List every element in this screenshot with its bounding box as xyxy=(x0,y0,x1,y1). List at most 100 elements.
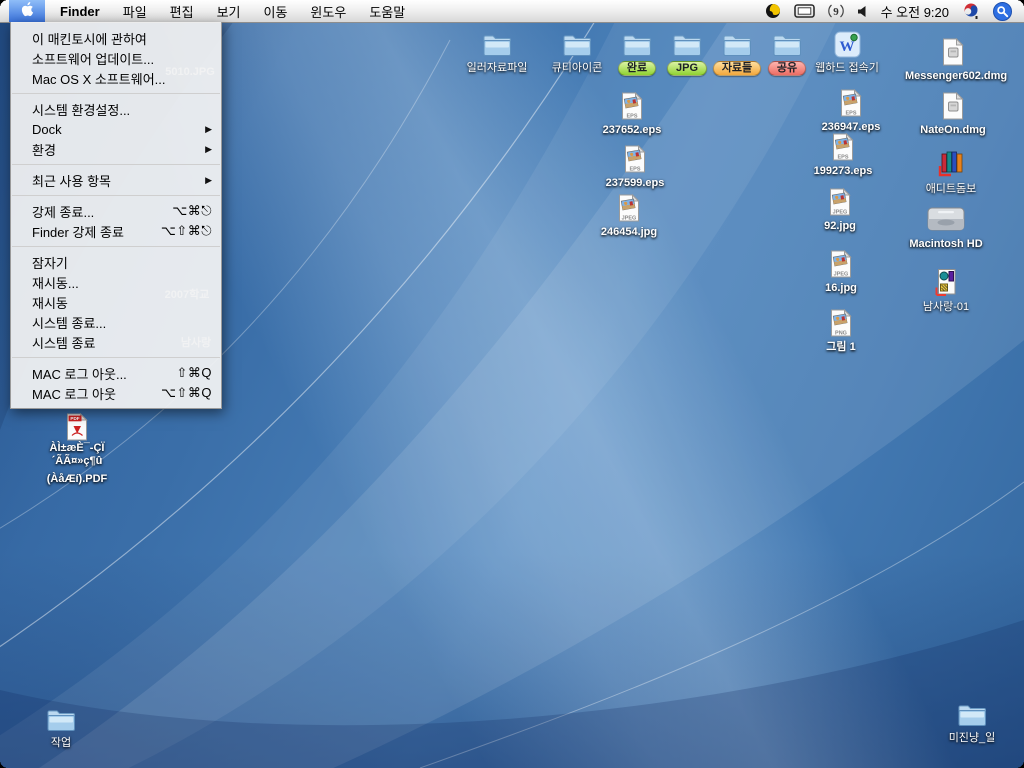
screen-corner xyxy=(1016,760,1024,768)
eps-icon: EPS xyxy=(795,133,891,161)
icon-label: 미진냥_일 xyxy=(949,732,996,745)
apple-menu-item-20[interactable]: MAC 로그 아웃⌥⇧⌘Q xyxy=(11,383,221,403)
apple-menu-item-1[interactable]: 소프트웨어 업데이트... xyxy=(11,48,221,68)
menu-item-label: 잠자기 xyxy=(32,253,212,272)
jpeg-icon: JPEG xyxy=(792,188,888,216)
svg-text:JPEG: JPEG xyxy=(834,272,849,278)
desktop-icon-messenger602-dmg[interactable]: Messenger602.dmg xyxy=(905,38,1001,84)
webhard-icon: W xyxy=(799,31,895,58)
menu-item-shortcut: ⌥⇧⌘Q xyxy=(161,385,212,401)
icon-label: 237599.eps xyxy=(606,177,665,190)
desktop-icon-folder-mijinnyang-il[interactable]: 미진냥_일 xyxy=(924,703,1020,746)
menubar-app-name[interactable]: Finder xyxy=(60,4,100,19)
icon-label: 237652.eps xyxy=(603,124,662,137)
apple-menu-dropdown: 이 매킨토시에 관하여소프트웨어 업데이트...Mac OS X 소프트웨어..… xyxy=(10,22,222,409)
menu-item-label: Mac OS X 소프트웨어... xyxy=(32,69,212,88)
classic-nine-icon[interactable]: 9 xyxy=(828,3,844,19)
jpeg-icon: JPEG xyxy=(793,250,889,278)
icon-label: Macintosh HD xyxy=(909,238,982,251)
menubar-clock[interactable]: 수 오전 9:20 xyxy=(881,2,949,21)
svg-text:JPEG: JPEG xyxy=(622,216,637,222)
menu-item-label: 시스템 종료 xyxy=(32,333,212,352)
icon-label: 일러자료파일 xyxy=(467,62,528,75)
apple-menu-item-13[interactable]: 잠자기 xyxy=(11,252,221,272)
menu-item-label: MAC 로그 아웃 xyxy=(32,384,161,403)
desktop-icon-file-246454-jpg[interactable]: JPEG246454.jpg xyxy=(581,194,677,240)
menu-item-label: 이 매킨토시에 관하여 xyxy=(32,29,212,48)
apple-menu-button[interactable] xyxy=(9,0,45,22)
menu-separator xyxy=(12,93,220,94)
desktop-icon-adit-dombo-app[interactable]: 애디트돔보 xyxy=(903,146,999,197)
apple-menu-item-0[interactable]: 이 매킨토시에 관하여 xyxy=(11,28,221,48)
menubar-menu-5[interactable]: 도움말 xyxy=(369,5,405,20)
svg-text:EPS: EPS xyxy=(629,167,640,173)
menu-item-label: 시스템 환경설정... xyxy=(32,100,212,119)
desktop-icon-file-92-jpg[interactable]: JPEG92.jpg xyxy=(792,188,888,234)
apple-menu-item-16[interactable]: 시스템 종료... xyxy=(11,312,221,332)
pdf-icon: PDF xyxy=(29,413,125,441)
svg-text:EPS: EPS xyxy=(626,114,637,120)
apple-menu-item-14[interactable]: 재시동... xyxy=(11,272,221,292)
desktop-icon-file-237652-eps[interactable]: EPS 237652.eps xyxy=(584,92,680,138)
apple-menu-item-4[interactable]: 시스템 환경설정... xyxy=(11,99,221,119)
desktop-icon-file-237599-eps[interactable]: EPS 237599.eps xyxy=(587,145,683,191)
input-korean-flag-icon[interactable] xyxy=(962,2,980,20)
displays-icon[interactable] xyxy=(794,4,815,19)
menu-item-shortcut: ⌥⌘⎋ xyxy=(172,203,212,219)
desktop-icon-file-199273-eps[interactable]: EPS 199273.eps xyxy=(795,133,891,179)
apple-menu-item-8[interactable]: 최근 사용 항목▶ xyxy=(11,170,221,190)
menubar-menu-2[interactable]: 보기 xyxy=(217,5,241,20)
menubar-menu-4[interactable]: 윈도우 xyxy=(310,5,346,20)
apple-menu-item-6[interactable]: 환경▶ xyxy=(11,139,221,159)
menubar-menu-1[interactable]: 편집 xyxy=(170,5,194,20)
apple-menu-item-11[interactable]: Finder 강제 종료⌥⇧⌘⎋ xyxy=(11,221,221,241)
svg-text:W: W xyxy=(839,39,854,55)
menu-item-shortcut: ⇧⌘Q xyxy=(176,365,212,381)
menu-separator xyxy=(12,164,220,165)
menubar-status-area: 9 수 오전 9:20 xyxy=(765,2,1024,21)
icon-label: 웹하드 접속기 xyxy=(815,62,879,75)
menu-separator xyxy=(12,357,220,358)
eps-icon: EPS xyxy=(584,92,680,120)
desktop-icon-namsarang-01[interactable]: 남사랑-01 xyxy=(898,268,994,315)
screen-corner xyxy=(0,760,8,768)
menu-item-label: MAC 로그 아웃... xyxy=(32,364,176,383)
namsarang-icon xyxy=(898,268,994,297)
classic-swirl-icon[interactable] xyxy=(765,3,781,19)
desktop-icon-pdf-file[interactable]: PDFÀÌ±æÈ¯-ÇÏ´ÃÃ¤»ç¶û(ÀåÆí).PDF xyxy=(29,413,125,487)
apple-menu-item-10[interactable]: 강제 종료...⌥⌘⎋ xyxy=(11,201,221,221)
dmg-icon xyxy=(905,38,1001,66)
menubar-menu-0[interactable]: 파일 xyxy=(123,5,147,20)
desktop-icon-folder-jakeop[interactable]: 작업 xyxy=(13,708,109,751)
books-icon xyxy=(903,146,999,179)
desktop-icon-webhard-connector[interactable]: W 웹하드 접속기 xyxy=(799,31,895,76)
desktop-icon-macintosh-hd[interactable]: Macintosh HD xyxy=(898,204,994,252)
icon-label: 작업 xyxy=(51,737,71,750)
icon-label: Messenger602.dmg xyxy=(905,70,1007,83)
icon-label: 남사랑-01 xyxy=(923,301,969,314)
menu-item-label: 재시동 xyxy=(32,293,212,312)
volume-muted-icon[interactable] xyxy=(857,5,868,18)
apple-menu-item-5[interactable]: Dock▶ xyxy=(11,119,221,139)
screen-corner xyxy=(0,0,8,8)
apple-logo-icon xyxy=(20,1,35,21)
desktop-icon-file-geurim-1-png[interactable]: PNG그림 1 xyxy=(793,309,889,355)
eps-icon: EPS xyxy=(587,145,683,173)
icon-label: NateOn.dmg xyxy=(920,124,985,137)
desktop-icon-nateon-dmg[interactable]: NateOn.dmg xyxy=(905,92,1001,138)
apple-menu-item-15[interactable]: 재시동 xyxy=(11,292,221,312)
menubar-menu-3[interactable]: 이동 xyxy=(264,5,288,20)
svg-text:PDF: PDF xyxy=(70,416,79,421)
desktop-icon-file-16-jpg[interactable]: JPEG16.jpg xyxy=(793,250,889,296)
svg-text:EPS: EPS xyxy=(837,155,848,161)
apple-menu-item-19[interactable]: MAC 로그 아웃...⇧⌘Q xyxy=(11,363,221,383)
desktop-icon-file-236947-eps[interactable]: EPS236947.eps xyxy=(803,89,899,135)
svg-text:PNG: PNG xyxy=(835,331,847,337)
apple-menu-item-17[interactable]: 시스템 종료 xyxy=(11,332,221,352)
folder-icon xyxy=(924,703,1020,728)
icon-label: 199273.eps xyxy=(814,165,873,178)
menu-separator xyxy=(12,246,220,247)
menu-item-label: Dock xyxy=(32,122,205,137)
apple-menu-item-2[interactable]: Mac OS X 소프트웨어... xyxy=(11,68,221,88)
spotlight-icon[interactable] xyxy=(993,2,1012,21)
